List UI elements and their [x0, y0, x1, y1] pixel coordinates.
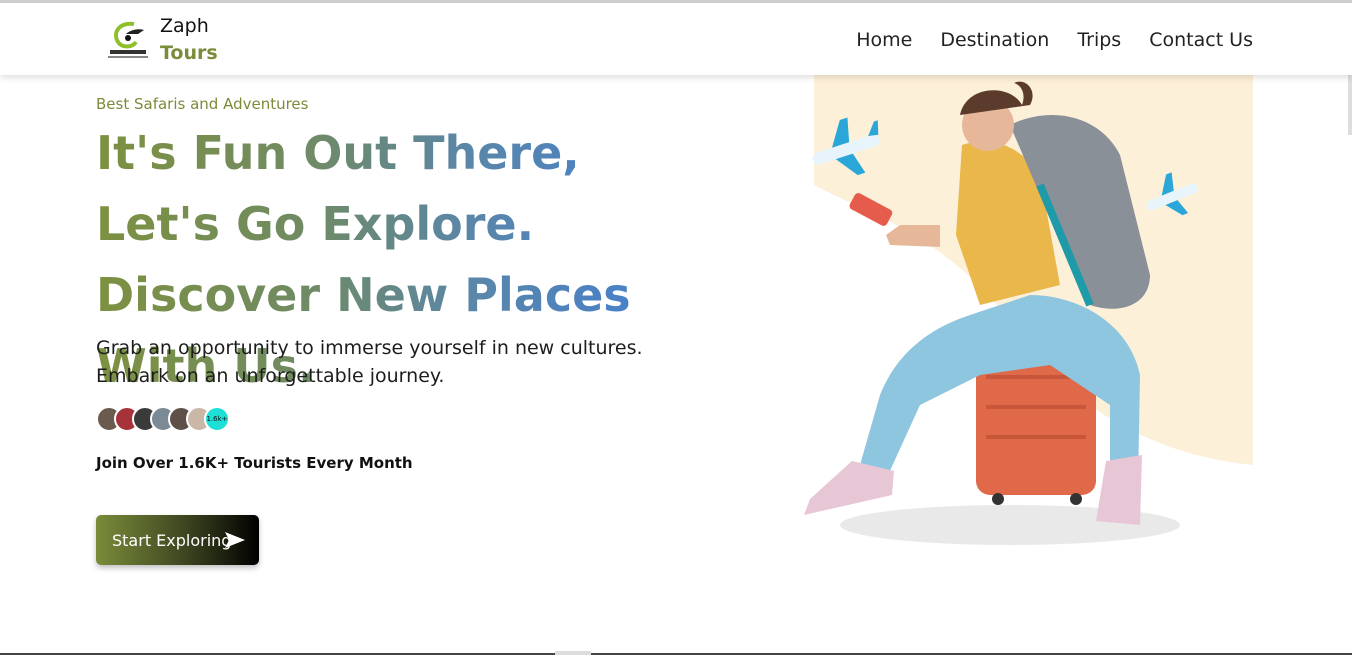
tourist-avatars: 1.6k+ — [96, 406, 230, 432]
brand-name: Zaph — [160, 15, 209, 37]
join-text: Join Over 1.6K+ Tourists Every Month — [96, 454, 413, 472]
safari-logo-icon — [104, 16, 152, 64]
hero-description: Grab an opportunity to immerse yourself … — [96, 337, 643, 387]
nav-destination[interactable]: Destination — [940, 29, 1049, 51]
navbar: Zaph Tours Home Destination Trips Contac… — [0, 3, 1352, 75]
start-exploring-button[interactable]: Start Exploring — [96, 515, 259, 565]
scroll-indicator — [555, 651, 591, 655]
brand[interactable]: Zaph Tours — [104, 13, 218, 67]
main-nav: Home Destination Trips Contact Us — [856, 29, 1253, 51]
nav-contact-us[interactable]: Contact Us — [1149, 29, 1253, 51]
send-arrow-icon — [225, 532, 245, 552]
cta-label: Start Exploring — [112, 530, 232, 550]
nav-trips[interactable]: Trips — [1077, 29, 1121, 51]
brand-subtitle: Tours — [160, 42, 218, 64]
avatar-count-badge: 1.6k+ — [204, 406, 230, 432]
scrollbar[interactable] — [1348, 75, 1352, 135]
nav-home[interactable]: Home — [856, 29, 912, 51]
hero-tagline: Best Safaris and Adventures — [96, 95, 309, 113]
hero-illustration — [790, 75, 1253, 595]
